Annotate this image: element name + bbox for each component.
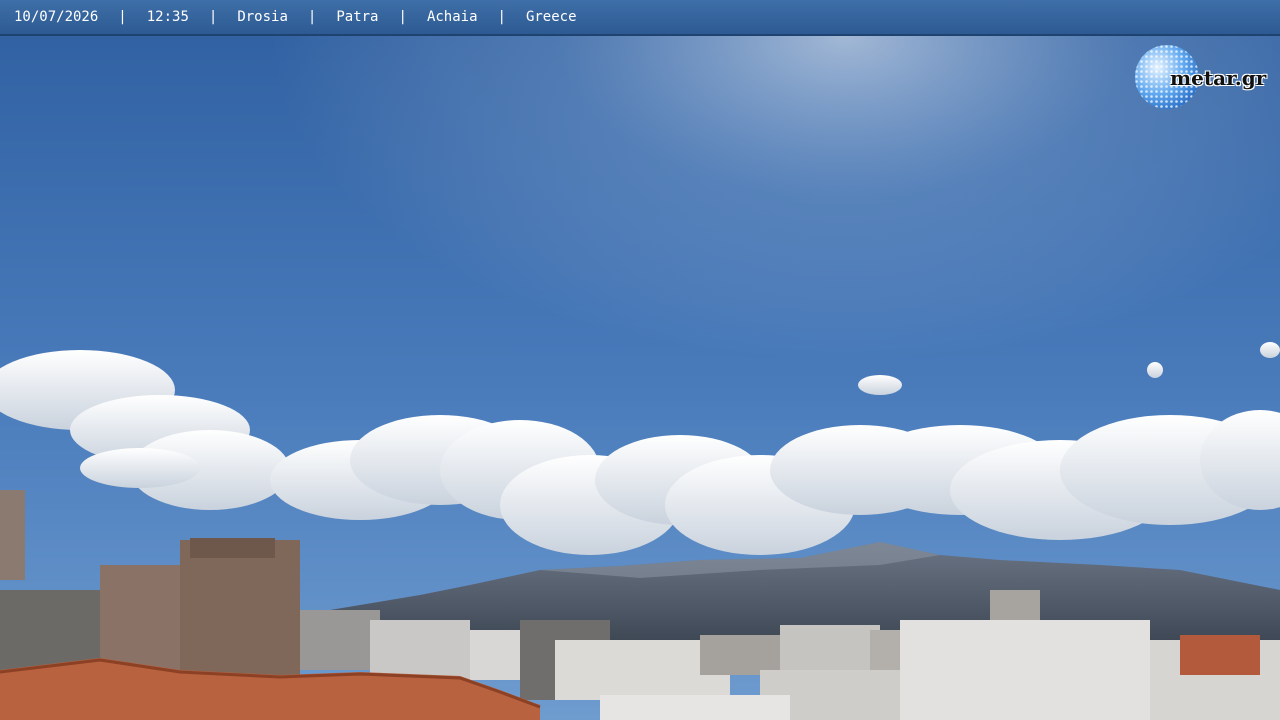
date-text: 10/07/2026: [14, 9, 99, 25]
city-text: Patra: [336, 9, 379, 25]
webcam-scene: [0, 0, 1280, 720]
region-text: Achaia: [426, 9, 478, 25]
webcam-frame: 10/07/2026 | 12:35 | Drosia | Patra | Achaia | Gre…: [0, 0, 1280, 720]
area-text: Drosia: [237, 9, 288, 25]
country-text: Greece: [525, 9, 577, 25]
logo-text: metar.gr: [1170, 66, 1267, 90]
separator: |: [208, 9, 218, 25]
separator: |: [497, 9, 506, 25]
time-text: 12:35: [146, 9, 189, 25]
separator: |: [118, 9, 127, 25]
separator: |: [398, 9, 407, 25]
separator: |: [307, 9, 317, 25]
webcam-info-bar: 10/07/2026 | 12:35 | Drosia | Patra | Achaia | Gre…: [0, 0, 1280, 36]
metar-logo: metar.gr: [1134, 44, 1274, 114]
